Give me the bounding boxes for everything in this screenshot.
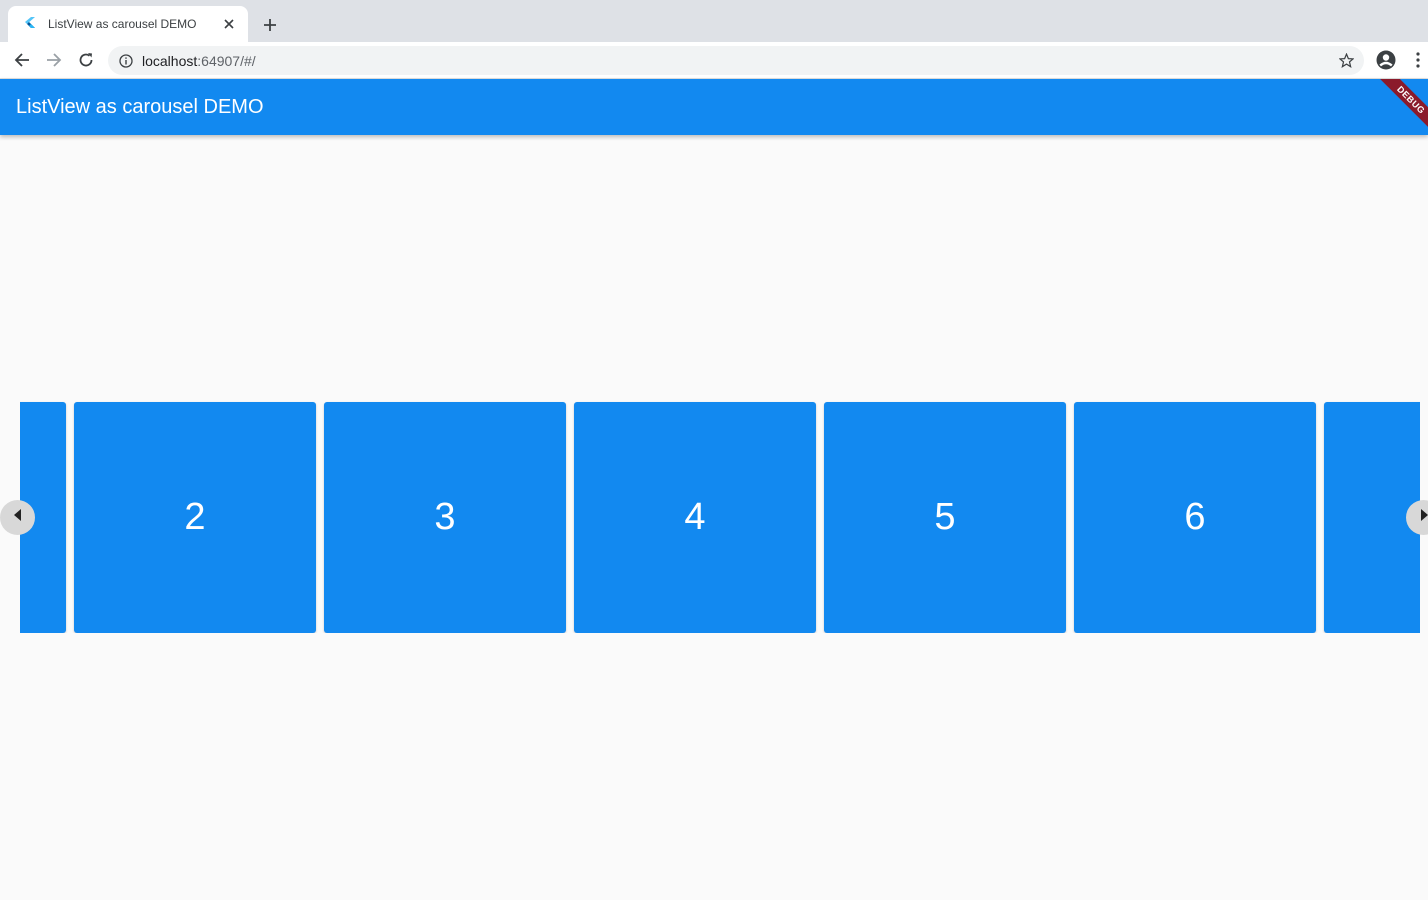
carousel-item-label: 6 — [1184, 496, 1206, 538]
carousel-item-label: 5 — [934, 496, 956, 538]
reload-icon[interactable] — [74, 48, 98, 72]
close-tab-icon[interactable] — [220, 15, 238, 33]
back-arrow-icon[interactable] — [10, 48, 34, 72]
new-tab-icon[interactable] — [258, 13, 282, 37]
carousel-item[interactable]: 2 — [74, 402, 316, 633]
browser-toolbar: localhost:64907/#/ — [0, 42, 1428, 79]
address-bar[interactable]: localhost:64907/#/ — [108, 46, 1364, 75]
chevron-left-icon — [13, 508, 23, 527]
carousel-item[interactable]: 6 — [1074, 402, 1316, 633]
flutter-icon — [22, 16, 38, 32]
bookmark-star-icon[interactable] — [1338, 52, 1354, 68]
url-path: :64907/#/ — [197, 52, 256, 69]
page-title: ListView as carousel DEMO — [16, 95, 264, 118]
forward-arrow-icon[interactable] — [42, 48, 66, 72]
url-text: localhost:64907/#/ — [142, 53, 256, 69]
carousel-prev-button[interactable] — [0, 500, 35, 535]
carousel-item[interactable]: 4 — [574, 402, 816, 633]
chevron-right-icon — [1419, 508, 1428, 527]
carousel-item-label: 3 — [434, 496, 456, 538]
info-icon[interactable] — [118, 53, 134, 69]
carousel-list[interactable]: 1 2 3 4 5 6 7 — [20, 401, 1420, 633]
url-host: localhost — [142, 52, 198, 69]
carousel-item[interactable]: 3 — [324, 402, 566, 633]
carousel-item-label: 4 — [684, 496, 706, 538]
carousel-item[interactable]: 5 — [824, 402, 1066, 633]
carousel-item-label: 2 — [184, 496, 206, 538]
app-bar: ListView as carousel DEMO DEBUG — [0, 79, 1428, 135]
debug-banner: DEBUG — [1367, 79, 1428, 135]
more-vert-icon[interactable] — [1408, 48, 1428, 72]
browser-tabstrip: ListView as carousel DEMO — [0, 0, 1428, 42]
tab-title: ListView as carousel DEMO — [48, 17, 197, 31]
browser-tab[interactable]: ListView as carousel DEMO — [8, 6, 248, 42]
profile-avatar-icon[interactable] — [1374, 48, 1398, 72]
